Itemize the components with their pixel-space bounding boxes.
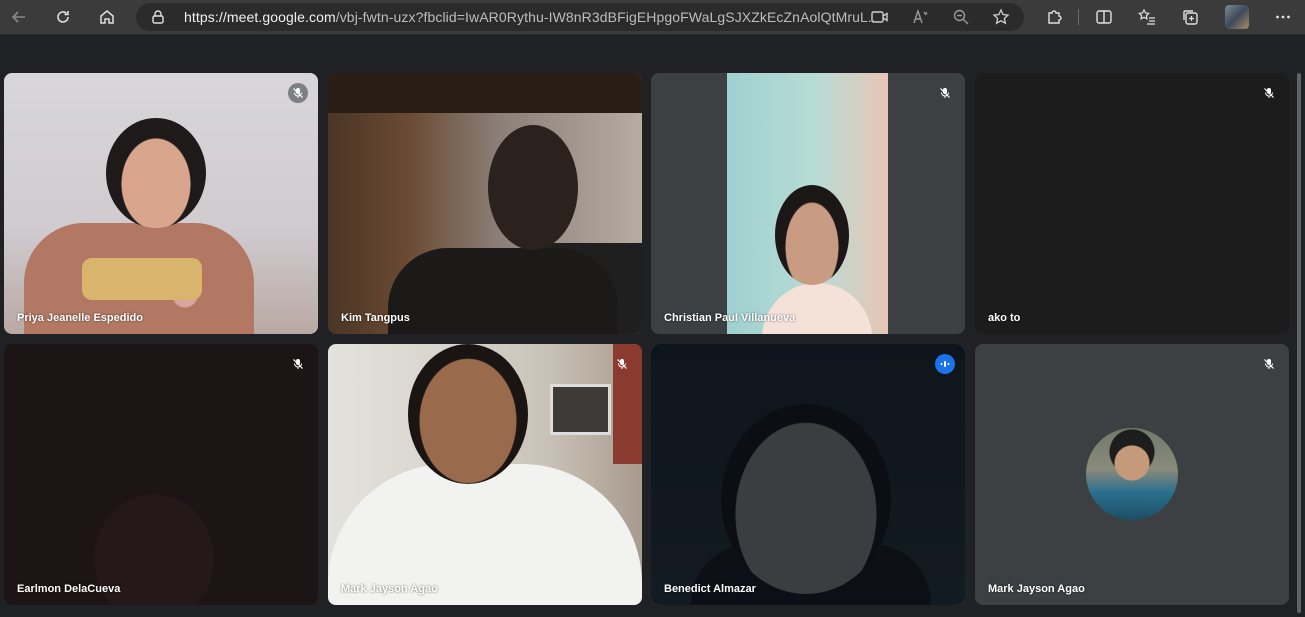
participant-video [328,344,642,605]
mic-muted-icon [288,83,308,103]
participant-name: Benedict Almazar [664,583,756,595]
favorites-list-icon [1138,8,1155,25]
participant-video [4,344,318,605]
participant-video [651,73,965,334]
favorites-button[interactable] [1133,3,1161,31]
camera-icon[interactable] [870,7,890,27]
scrollbar[interactable] [1297,73,1301,613]
collections-icon [1183,10,1198,25]
address-bar[interactable]: https://meet.google.com/vbj-fwtn-uzx?fbc… [136,3,1024,31]
arrow-left-icon [11,11,25,23]
participant-tile[interactable]: Christian Paul Villanueva [651,73,965,334]
participant-name: Christian Paul Villanueva [664,312,796,324]
participant-name: Earlmon DelaCueva [17,583,121,595]
mic-muted-icon [935,83,955,103]
participant-tile[interactable]: Kim Tangpus [328,73,642,334]
participant-name: Mark Jayson Agao [341,583,438,595]
participant-video [651,344,965,605]
participant-tile[interactable]: Priya Jeanelle Espedido [4,73,318,334]
url-domain: https://meet.google.com [184,9,336,25]
mic-muted-icon [288,354,308,374]
mic-muted-icon [612,354,632,374]
participant-tile[interactable]: ako to [975,73,1289,334]
home-icon [100,10,114,24]
participant-name: Priya Jeanelle Espedido [17,312,143,324]
toolbar-divider [1078,9,1079,25]
mic-muted-icon [1259,354,1279,374]
mic-muted-icon [1259,83,1279,103]
collections-button[interactable] [1176,3,1204,31]
participant-video [328,73,642,334]
lock-icon[interactable] [150,9,166,30]
participant-tile[interactable]: Mark Jayson Agao [975,344,1289,605]
participant-name: ako to [988,312,1021,324]
extensions-button[interactable] [1040,3,1068,31]
participant-avatar [1086,428,1178,520]
split-screen-button[interactable] [1090,3,1118,31]
participant-tile-active-speaker[interactable]: Benedict Almazar [651,344,965,605]
url-path: /vbj-fwtn-uzx?fbclid=IwAR0Rythu-IW8nR3dB… [335,9,874,25]
star-icon[interactable] [991,7,1011,27]
reload-button[interactable] [49,3,77,31]
url-text[interactable]: https://meet.google.com/vbj-fwtn-uzx?fbc… [184,9,874,25]
split-screen-icon [1096,10,1112,24]
puzzle-icon [1048,10,1062,24]
home-button[interactable] [93,3,121,31]
speaking-indicator-icon [935,354,955,374]
profile-avatar[interactable] [1225,5,1249,29]
participant-video [975,73,1289,334]
browser-toolbar: https://meet.google.com/vbj-fwtn-uzx?fbc… [0,0,1305,35]
more-button[interactable] [1269,3,1297,31]
participant-tile[interactable]: Earlmon DelaCueva [4,344,318,605]
participant-tile[interactable]: Mark Jayson Agao [328,344,642,605]
participant-name: Mark Jayson Agao [988,583,1085,595]
more-dots-icon [1276,15,1290,19]
reload-icon [57,11,69,23]
participant-video [4,73,318,334]
zoom-out-icon[interactable] [951,7,971,27]
participant-name: Kim Tangpus [341,312,410,324]
read-aloud-icon[interactable] [911,7,931,27]
back-button[interactable] [5,3,33,31]
